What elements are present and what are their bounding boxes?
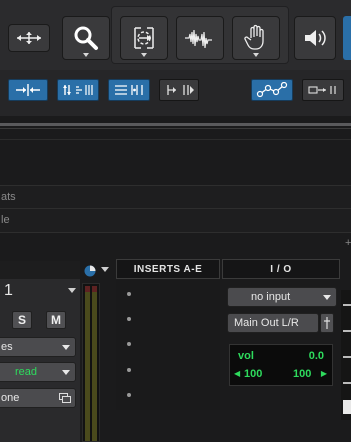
- ruler-row-label: ats: [1, 191, 16, 203]
- shuffle-mode-button[interactable]: [8, 79, 48, 101]
- link-button[interactable]: [251, 79, 293, 101]
- volume-label: vol: [238, 350, 254, 362]
- waveform-selector-icon: [185, 29, 212, 49]
- sends-arrow-icon: [324, 317, 330, 329]
- hand-icon: [244, 24, 264, 50]
- fader-tick: [343, 330, 351, 332]
- grid-mode-button[interactable]: [159, 79, 199, 101]
- meter-right: [92, 286, 97, 441]
- grid-mode-icon: [167, 85, 194, 95]
- insert-slot-d[interactable]: [127, 368, 131, 372]
- inserts-header: INSERTS A-E: [116, 259, 220, 279]
- chevron-down-icon: [83, 53, 89, 57]
- tool-button-partial[interactable]: [343, 16, 351, 60]
- link-icon: [256, 82, 288, 98]
- output-selector[interactable]: Main Out L/R: [227, 313, 319, 333]
- spot-mode-icon: [63, 85, 93, 95]
- insert-slot-a[interactable]: [127, 292, 131, 296]
- automation-mode-selector[interactable]: read: [0, 362, 76, 382]
- shuffle-mode-icon: [16, 84, 40, 96]
- voice-selector-value: es: [1, 341, 13, 353]
- fader-tick: [343, 304, 351, 306]
- meter-left: [85, 286, 90, 441]
- pro-tools-window: ats le + 1 S M es read one INSERTS A-E I…: [0, 0, 351, 442]
- grabber-tool-button[interactable]: [232, 16, 280, 60]
- pan-right-value[interactable]: 100: [293, 368, 311, 380]
- chevron-down-icon: [141, 53, 147, 57]
- trim-tool-icon: [134, 27, 154, 49]
- chevron-down-icon: [62, 345, 70, 350]
- inserts-panel: [116, 280, 220, 410]
- separator: [0, 123, 351, 126]
- volume-pan-display[interactable]: vol 0.0 ◀ 100 100 ▶: [229, 344, 333, 386]
- input-selector[interactable]: no input: [227, 287, 337, 307]
- automation-mode-value: read: [15, 366, 38, 378]
- output-selector-value: Main Out L/R: [234, 317, 299, 329]
- group-selector[interactable]: one: [0, 388, 76, 408]
- zoom-to-fit-button[interactable]: [8, 24, 50, 52]
- track-header: [0, 261, 80, 279]
- mute-button[interactable]: M: [46, 311, 66, 329]
- separator: [0, 139, 351, 140]
- edit-tools-toolbar: [0, 0, 351, 70]
- tab-to-transient-icon: [308, 86, 336, 94]
- insert-slot-b[interactable]: [127, 317, 131, 321]
- zoomer-tool-button[interactable]: [62, 16, 110, 60]
- fader-track-edge: [341, 290, 351, 420]
- pan-right-arrow-icon: ▶: [320, 369, 327, 378]
- ruler-row-label: le: [1, 214, 10, 226]
- fader-handle[interactable]: [343, 400, 351, 414]
- pan-left-arrow-icon: ◀: [234, 369, 241, 378]
- add-ruler-icon[interactable]: +: [345, 237, 351, 249]
- volume-value[interactable]: 0.0: [309, 350, 324, 362]
- insert-slot-c[interactable]: [127, 342, 131, 346]
- ruler-row[interactable]: le: [0, 209, 351, 233]
- slip-mode-button[interactable]: [108, 79, 150, 101]
- chevron-down-icon: [323, 295, 331, 300]
- speaker-icon: [305, 30, 326, 46]
- io-header: I / O: [222, 259, 340, 279]
- level-meter: [82, 283, 100, 442]
- track-controls-column: 1 S M es read one: [0, 261, 109, 442]
- voice-selector[interactable]: es: [0, 337, 76, 357]
- solo-button[interactable]: S: [12, 311, 32, 329]
- track-number[interactable]: 1: [4, 282, 13, 300]
- fader-tick: [343, 356, 351, 358]
- chevron-down-icon[interactable]: [68, 288, 76, 293]
- selector-tool-button[interactable]: [176, 16, 224, 60]
- slip-mode-icon: [115, 85, 143, 95]
- chevron-down-icon: [62, 370, 70, 375]
- magnifier-icon: [74, 26, 98, 50]
- edit-modes-toolbar: [0, 70, 351, 116]
- spot-mode-button[interactable]: [57, 79, 99, 101]
- chevron-down-icon: [253, 53, 259, 57]
- output-menu-button[interactable]: [320, 313, 334, 333]
- pan-left-value[interactable]: 100: [244, 368, 262, 380]
- trim-tool-button[interactable]: [120, 16, 168, 60]
- separator: [0, 128, 351, 129]
- chevron-down-icon[interactable]: [101, 267, 109, 272]
- input-selector-value: no input: [251, 291, 291, 303]
- tab-to-transient-button[interactable]: [302, 79, 344, 101]
- fader-tick: [343, 382, 351, 384]
- group-selector-value: one: [1, 392, 20, 404]
- scrubber-tool-button[interactable]: [294, 16, 336, 60]
- insert-slot-e[interactable]: [127, 393, 131, 397]
- ruler-row[interactable]: ats: [0, 185, 351, 209]
- four-arrows-icon: [17, 32, 41, 44]
- track-color-icon[interactable]: [84, 264, 96, 282]
- window-icon: [59, 393, 71, 407]
